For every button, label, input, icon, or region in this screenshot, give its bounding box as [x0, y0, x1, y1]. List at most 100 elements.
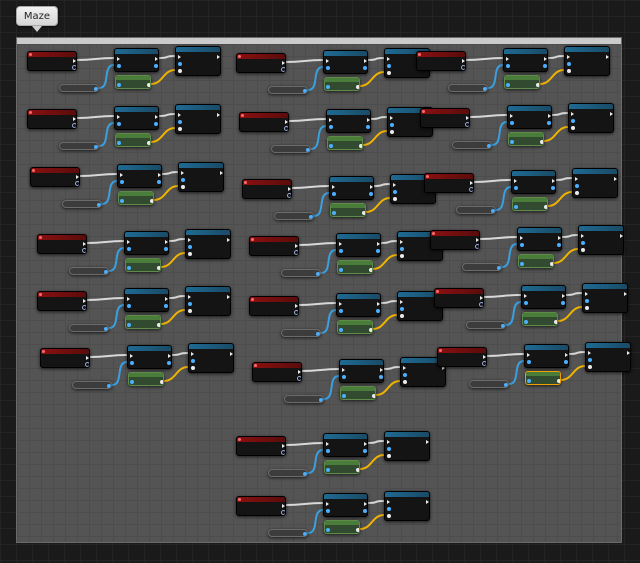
function-node[interactable] [323, 493, 368, 517]
exec-out-pin[interactable] [165, 297, 168, 301]
object-in-pin[interactable] [127, 323, 131, 327]
variable-out-pin[interactable] [501, 324, 505, 328]
function-node[interactable] [117, 164, 162, 188]
object-in-pin[interactable] [527, 379, 531, 383]
delegate-pin[interactable] [465, 122, 469, 127]
exec-out-pin[interactable] [370, 185, 373, 189]
exec-out-pin[interactable] [288, 187, 291, 191]
exec-out-pin[interactable] [220, 171, 223, 175]
delegate-pin[interactable] [479, 302, 483, 307]
vector-pin[interactable] [188, 309, 192, 313]
delegate-pin[interactable] [482, 361, 486, 366]
variable-node[interactable] [452, 141, 492, 149]
exec-out-pin[interactable] [364, 59, 367, 63]
object-in-pin[interactable] [326, 528, 330, 532]
return-pin[interactable] [157, 180, 161, 184]
target-pin[interactable] [332, 192, 336, 196]
variable-out-pin[interactable] [104, 327, 108, 331]
exec-out-pin[interactable] [217, 55, 220, 59]
variable-out-pin[interactable] [104, 270, 108, 274]
exec-in-pin[interactable] [581, 234, 584, 238]
variable-node[interactable] [466, 321, 506, 329]
event-node[interactable] [424, 173, 474, 193]
function-node[interactable] [511, 170, 556, 194]
variable-node[interactable] [268, 469, 308, 477]
return-pin[interactable] [167, 361, 171, 365]
return-pin[interactable] [366, 125, 370, 129]
delegate-pin[interactable] [294, 250, 298, 255]
target-pin[interactable] [117, 122, 121, 126]
delegate-pin[interactable] [281, 510, 285, 515]
event-node[interactable] [236, 436, 286, 456]
event-node[interactable] [252, 362, 302, 382]
event-node[interactable] [236, 496, 286, 516]
exec-out-pin[interactable] [610, 112, 613, 116]
target-pin[interactable] [403, 373, 407, 377]
vector-pin[interactable] [588, 365, 592, 369]
event-node[interactable] [437, 347, 487, 367]
event-node[interactable] [27, 51, 77, 71]
pure-node[interactable] [518, 254, 554, 268]
exec-in-pin[interactable] [178, 55, 181, 59]
function-node[interactable] [188, 343, 234, 373]
target-pin[interactable] [339, 309, 343, 313]
event-node[interactable] [434, 288, 484, 308]
variable-node[interactable] [281, 329, 321, 337]
function-node[interactable] [524, 344, 569, 368]
variable-node[interactable] [59, 142, 99, 150]
exec-in-pin[interactable] [332, 185, 335, 189]
target-pin[interactable] [188, 245, 192, 249]
function-node[interactable] [185, 286, 231, 316]
vector-out-pin[interactable] [147, 83, 150, 87]
variable-node[interactable] [448, 84, 488, 92]
pure-node[interactable] [508, 132, 544, 146]
vector-pin[interactable] [188, 252, 192, 256]
pure-node[interactable] [337, 260, 373, 274]
delegate-pin[interactable] [82, 248, 86, 253]
variable-node[interactable] [69, 267, 109, 275]
function-node[interactable] [517, 227, 562, 251]
target-pin[interactable] [117, 64, 121, 68]
variable-out-pin[interactable] [303, 472, 307, 476]
exec-in-pin[interactable] [342, 368, 345, 372]
variable-out-pin[interactable] [306, 148, 310, 152]
return-pin[interactable] [564, 360, 568, 364]
variable-node[interactable] [62, 200, 102, 208]
event-node[interactable] [420, 108, 470, 128]
exec-out-pin[interactable] [155, 57, 158, 61]
return-pin[interactable] [154, 64, 158, 68]
variable-node[interactable] [462, 263, 502, 271]
variable-out-pin[interactable] [309, 215, 313, 219]
exec-out-pin[interactable] [377, 242, 380, 246]
vector-out-pin[interactable] [359, 144, 362, 148]
exec-out-pin[interactable] [155, 115, 158, 119]
exec-out-pin[interactable] [480, 296, 483, 300]
vector-pin[interactable] [181, 185, 185, 189]
vector-out-pin[interactable] [157, 266, 160, 270]
target-pin[interactable] [506, 64, 510, 68]
pure-node[interactable] [512, 197, 548, 211]
vector-pin[interactable] [585, 306, 589, 310]
variable-out-pin[interactable] [303, 89, 307, 93]
event-node[interactable] [416, 51, 466, 71]
vector-out-pin[interactable] [147, 141, 150, 145]
event-node[interactable] [40, 348, 90, 368]
exec-in-pin[interactable] [191, 352, 194, 356]
exec-in-pin[interactable] [127, 297, 130, 301]
vector-pin[interactable] [390, 130, 394, 134]
function-node[interactable] [124, 288, 169, 312]
delegate-pin[interactable] [281, 450, 285, 455]
function-node[interactable] [578, 225, 624, 255]
pure-node[interactable] [337, 320, 373, 334]
variable-node[interactable] [271, 145, 311, 153]
pure-node[interactable] [327, 136, 363, 150]
pure-node[interactable] [525, 371, 561, 385]
exec-out-pin[interactable] [364, 502, 367, 506]
target-pin[interactable] [527, 360, 531, 364]
return-pin[interactable] [363, 449, 367, 453]
variable-node[interactable] [268, 529, 308, 537]
vector-pin[interactable] [567, 69, 571, 73]
exec-out-pin[interactable] [83, 299, 86, 303]
exec-out-pin[interactable] [426, 500, 429, 504]
exec-out-pin[interactable] [544, 57, 547, 61]
